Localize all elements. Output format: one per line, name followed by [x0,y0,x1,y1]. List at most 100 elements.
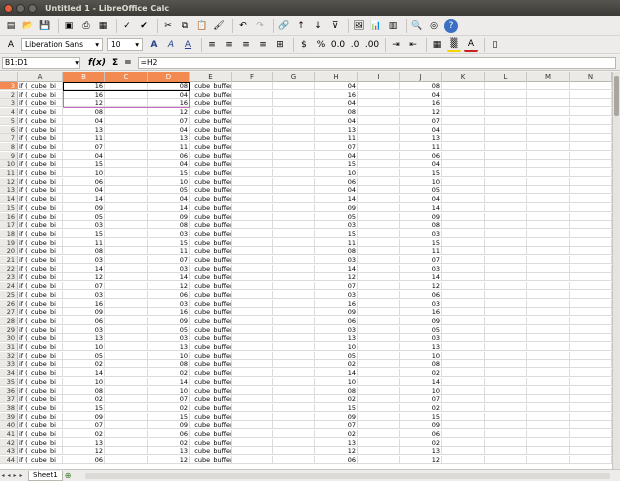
cell-n[interactable] [570,421,612,430]
cell-h[interactable]: 10 [315,169,358,177]
cell-b[interactable]: 13 [63,334,105,343]
cell-n[interactable] [570,99,612,108]
cell-l[interactable] [485,377,527,386]
row-header[interactable]: 41 [0,430,18,438]
cell-j[interactable]: 11 [400,247,442,256]
row-header[interactable]: 29 [0,325,18,334]
cell-j[interactable]: 16 [400,308,442,317]
cell-l[interactable] [485,151,527,160]
cell-h[interactable]: 09 [315,412,358,421]
cell-j[interactable]: 15 [400,169,442,177]
cell-m[interactable] [527,360,570,369]
cell-n[interactable] [570,369,612,378]
currency-icon[interactable]: $ [297,38,311,52]
cell-c[interactable] [105,343,148,351]
row-header[interactable]: 12 [0,177,18,186]
cell-l[interactable] [485,116,527,125]
cell-l[interactable] [485,125,527,134]
cell-g[interactable] [273,116,315,125]
cell-e[interactable]: _cube_buffer[ 35]); [190,386,232,395]
cell-b[interactable]: 09 [63,203,105,212]
cell-j[interactable]: 15 [400,238,442,247]
row-header[interactable]: 28 [0,316,18,325]
cell-j[interactable]: 11 [400,142,442,151]
cell-d[interactable]: 15 [148,412,190,421]
cell-n[interactable] [570,82,612,90]
cell-j[interactable]: 08 [400,221,442,230]
cell-c[interactable] [105,438,148,447]
cell-i[interactable] [358,308,400,317]
cell-k[interactable] [442,256,485,264]
cell-a[interactable]: if (_cube_bi [18,343,63,351]
cell-f[interactable] [232,290,273,299]
cell-c[interactable] [105,264,148,273]
cell-e[interactable]: _cube_buffer[ 42]); [190,447,232,456]
cell-i[interactable] [358,125,400,134]
column-header-g[interactable]: G [273,72,315,82]
cell-m[interactable] [527,186,570,195]
cell-k[interactable] [442,334,485,343]
cell-j[interactable]: 15 [400,412,442,421]
cell-c[interactable] [105,90,148,99]
cell-b[interactable]: 03 [63,325,105,334]
cell-j[interactable]: 09 [400,212,442,221]
cell-m[interactable] [527,125,570,134]
cell-k[interactable] [442,212,485,221]
cell-a[interactable]: if (_cube_bi [18,403,63,412]
row-header[interactable]: 40 [0,421,18,430]
cell-d[interactable]: 16 [148,99,190,108]
cell-e[interactable]: _cube_buffer[ 15]); [190,212,232,221]
cell-e[interactable]: _cube_buffer[ 39]); [190,421,232,430]
cell-c[interactable] [105,299,148,308]
cell-j[interactable]: 07 [400,395,442,404]
merge-cells-icon[interactable]: ⊞ [273,38,287,52]
cell-j[interactable]: 03 [400,334,442,343]
cell-a[interactable]: if (_cube_bi [18,360,63,369]
cell-i[interactable] [358,160,400,169]
scrollbar-thumb[interactable] [614,76,619,116]
cell-k[interactable] [442,360,485,369]
cell-m[interactable] [527,430,570,438]
cell-h[interactable]: 04 [315,186,358,195]
cell-e[interactable]: _cube_buffer[ 23]); [190,282,232,291]
cell-i[interactable] [358,456,400,465]
cell-h[interactable]: 15 [315,229,358,238]
cell-b[interactable]: 15 [63,229,105,238]
row-header[interactable]: 10 [0,160,18,169]
font-size-combo[interactable]: 10 ▾ [107,38,143,51]
cell-l[interactable] [485,195,527,204]
cell-d[interactable]: 06 [148,290,190,299]
cell-n[interactable] [570,90,612,99]
cell-n[interactable] [570,142,612,151]
cell-g[interactable] [273,142,315,151]
cell-a[interactable]: if (_cube_bi [18,325,63,334]
cell-a[interactable]: if (_cube_bi [18,456,63,465]
cell-l[interactable] [485,430,527,438]
cell-c[interactable] [105,212,148,221]
cell-a[interactable]: if (_cube_bi [18,238,63,247]
cell-h[interactable]: 12 [315,447,358,456]
cell-h[interactable]: 07 [315,282,358,291]
cell-g[interactable] [273,403,315,412]
add-decimal-icon[interactable]: .0 [348,38,362,52]
cell-m[interactable] [527,377,570,386]
row-header[interactable]: 23 [0,273,18,282]
cell-f[interactable] [232,177,273,186]
cell-e[interactable]: _cube_buffer[ 40]); [190,430,232,438]
cell-c[interactable] [105,177,148,186]
cell-d[interactable]: 11 [148,247,190,256]
cell-g[interactable] [273,447,315,456]
cell-f[interactable] [232,195,273,204]
cell-b[interactable]: 11 [63,238,105,247]
cell-c[interactable] [105,108,148,117]
cell-l[interactable] [485,142,527,151]
cell-a[interactable]: if (_cube_bi [18,229,63,238]
cell-c[interactable] [105,256,148,264]
cell-c[interactable] [105,99,148,108]
cell-i[interactable] [358,212,400,221]
cell-l[interactable] [485,212,527,221]
sum-icon[interactable]: Σ [112,58,118,68]
cell-c[interactable] [105,386,148,395]
cell-b[interactable]: 15 [63,403,105,412]
cell-f[interactable] [232,108,273,117]
